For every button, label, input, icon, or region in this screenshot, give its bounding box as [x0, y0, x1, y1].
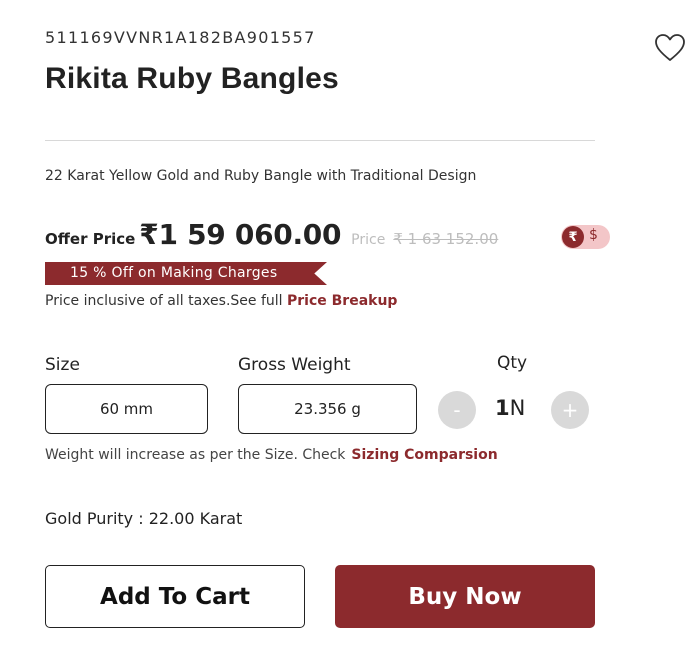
qty-increment-button[interactable]: +: [551, 391, 589, 429]
tax-note-text: Price inclusive of all taxes.See full: [45, 293, 287, 309]
size-label: Size: [45, 355, 80, 375]
qty-unit: N: [509, 396, 526, 420]
product-sku: 511169VVNR1A182BA901557: [45, 28, 316, 47]
weight-note-text: Weight will increase as per the Size. Ch…: [45, 447, 346, 463]
heart-icon[interactable]: [654, 33, 685, 63]
gross-weight-field: 23.356 g: [238, 384, 417, 434]
gold-purity: Gold Purity : 22.00 Karat: [45, 509, 243, 528]
discount-ribbon: 15 % Off on Making Charges: [45, 262, 327, 285]
qty-label: Qty: [497, 353, 528, 373]
weight-note: Weight will increase as per the Size. Ch…: [45, 447, 498, 463]
mrp-label: Price: [351, 232, 386, 248]
size-select[interactable]: 60 mm: [45, 384, 208, 434]
qty-decrement-button[interactable]: -: [438, 391, 476, 429]
qty-value: 1N: [495, 396, 525, 420]
price-breakup-link[interactable]: Price Breakup: [287, 293, 397, 309]
dollar-option[interactable]: $: [589, 227, 598, 243]
rupee-option[interactable]: ₹: [562, 226, 584, 248]
buy-now-button[interactable]: Buy Now: [335, 565, 595, 628]
add-to-cart-button[interactable]: Add To Cart: [45, 565, 305, 628]
product-title: Rikita Ruby Bangles: [45, 62, 339, 95]
gross-weight-label: Gross Weight: [238, 355, 351, 375]
price-row: Offer Price ₹1 59 060.00 Price ₹ 1 63 15…: [45, 218, 498, 251]
offer-price-value: ₹1 59 060.00: [139, 218, 342, 251]
title-divider: [45, 140, 595, 141]
product-description: 22 Karat Yellow Gold and Ruby Bangle wit…: [45, 168, 477, 184]
mrp-value: ₹ 1 63 152.00: [393, 230, 499, 248]
qty-number: 1: [495, 396, 510, 420]
offer-price-label: Offer Price: [45, 230, 136, 248]
sizing-comparison-link[interactable]: Sizing Comparsion: [351, 447, 497, 463]
currency-toggle[interactable]: ₹ $: [561, 225, 610, 249]
tax-note: Price inclusive of all taxes.See full Pr…: [45, 293, 397, 309]
